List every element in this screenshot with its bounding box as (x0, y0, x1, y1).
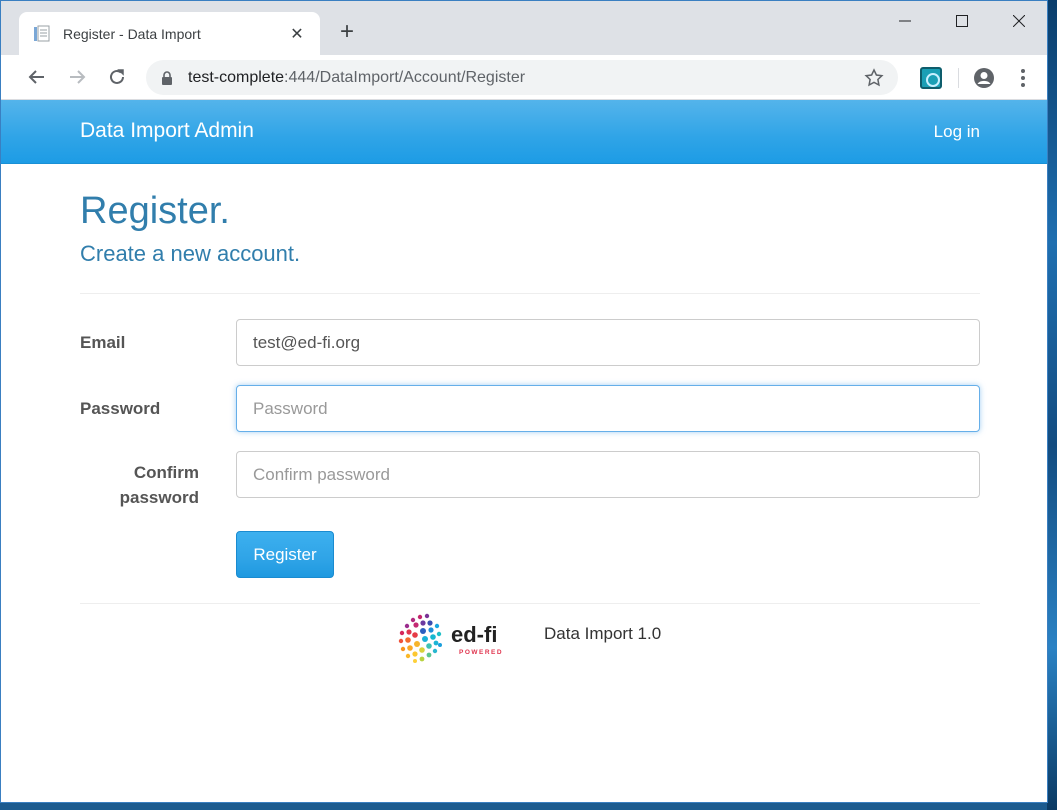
password-row: Password Password (80, 385, 980, 451)
confirm-password-field[interactable]: Confirm password (236, 451, 980, 498)
tab-title: Register - Data Import (63, 25, 201, 42)
password-label: Password (80, 399, 161, 418)
back-button[interactable] (17, 59, 57, 95)
brand-link[interactable]: Data Import Admin (80, 119, 254, 143)
footer-divider (80, 603, 980, 604)
site-navbar: Data Import Admin Log in (1, 100, 1047, 164)
logo-dots (398, 613, 442, 663)
register-form: Email test@ed-fi.org Password Password C… (80, 319, 980, 603)
reload-icon (110, 69, 124, 84)
login-link[interactable]: Log in (934, 122, 980, 142)
close-window-button[interactable] (990, 1, 1047, 41)
tab-close-icon[interactable]: ✕ (288, 24, 306, 44)
browser-tab[interactable]: Register - Data Import ✕ (19, 12, 320, 55)
page-footer: ed-fi POWERED Data Import 1.0 (80, 608, 980, 678)
confirm-label-line2: password (119, 488, 199, 507)
svg-text:POWERED: POWERED (459, 649, 503, 656)
divider (80, 293, 980, 294)
password-field[interactable]: Password (236, 385, 980, 432)
forward-button[interactable] (57, 59, 97, 95)
confirm-password-label: Confirm password (80, 460, 199, 510)
browser-toolbar: test-complete:444/DataImport/Account/Reg… (1, 55, 1047, 100)
page-favicon-icon (33, 25, 51, 43)
extension-icon[interactable] (920, 66, 942, 89)
svg-text:ed-fi: ed-fi (451, 622, 497, 647)
url-text: test-complete:444/DataImport/Account/Reg… (188, 68, 526, 86)
profile-avatar-icon[interactable] (973, 67, 995, 89)
address-bar[interactable]: test-complete:444/DataImport/Account/Reg… (146, 60, 898, 95)
new-tab-button[interactable]: + (335, 20, 359, 45)
register-button[interactable]: Register (236, 531, 334, 578)
maximize-button[interactable] (933, 1, 990, 41)
bookmark-star-icon[interactable] (864, 67, 884, 88)
tab-strip: Register - Data Import ✕ + (1, 1, 1047, 55)
page-subtitle: Create a new account. (80, 241, 301, 266)
toolbar-divider (958, 67, 959, 88)
confirm-password-row: Confirm password Confirm password (80, 451, 980, 531)
desktop-background (1047, 0, 1057, 810)
browser-window: Register - Data Import ✕ + test-complete… (0, 0, 1048, 803)
lock-icon (162, 70, 172, 85)
email-field[interactable]: test@ed-fi.org (236, 319, 980, 366)
minimize-button[interactable] (876, 1, 933, 41)
email-row: Email test@ed-fi.org (80, 319, 980, 385)
web-page: Data Import Admin Log in Register. Creat… (1, 100, 1047, 802)
window-controls (876, 1, 1047, 41)
page-title: Register. (80, 190, 230, 232)
arrow-left-icon (28, 70, 44, 84)
main-content: Register. Create a new account. Email te… (80, 164, 980, 663)
submit-row: Register (80, 531, 980, 603)
arrow-right-icon (70, 70, 86, 84)
edfi-logo-icon: ed-fi POWERED (398, 613, 503, 663)
email-label: Email (80, 333, 126, 352)
extensions-area (920, 60, 1047, 95)
reload-button[interactable] (97, 59, 137, 95)
browser-menu-icon[interactable] (1013, 67, 1033, 89)
confirm-label-line1: Confirm (133, 463, 199, 482)
version-text: Data Import 1.0 (544, 624, 662, 643)
